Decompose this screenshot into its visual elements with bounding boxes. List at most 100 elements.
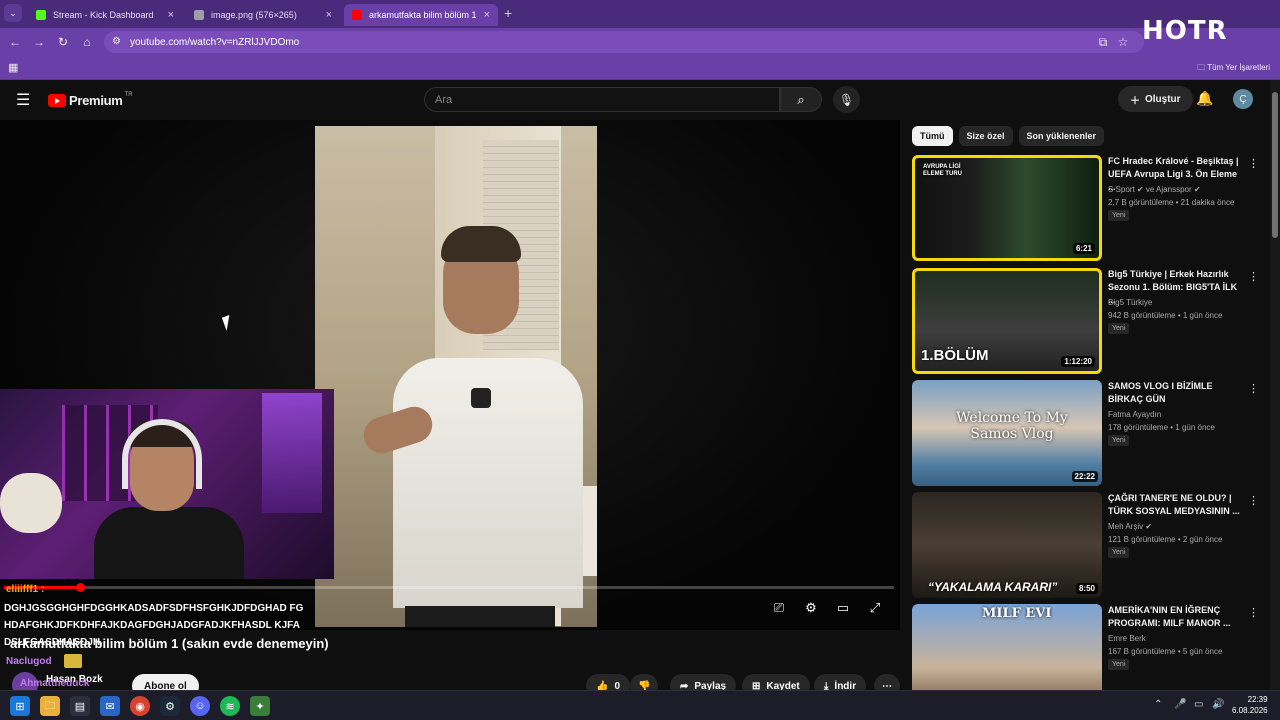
steam-icon[interactable]: ⚙	[160, 696, 180, 716]
recommendation-item[interactable]: Welcome To My Samos Vlog 22:22 SAMOS VLO…	[912, 380, 1267, 486]
scrollbar-thumb[interactable]	[1272, 92, 1278, 238]
microphone-icon[interactable]: 🎙	[833, 86, 860, 113]
chat-username: Ahmattheduck	[20, 678, 90, 689]
tray-chevron-icon[interactable]: ⌃	[1154, 699, 1162, 710]
reload-icon[interactable]: ↻	[54, 33, 72, 51]
settings-gear-icon[interactable]: ⚙	[802, 600, 820, 616]
more-options-icon[interactable]: ⋮	[1248, 157, 1259, 170]
video-duration: 22:22	[1071, 471, 1098, 482]
tab-title: image.png (576×265)	[211, 10, 297, 20]
notifications-bell-icon[interactable]: 🔔	[1196, 90, 1213, 107]
close-icon[interactable]: ×	[326, 9, 332, 21]
account-avatar[interactable]: Ç	[1233, 89, 1253, 109]
back-icon[interactable]: ←	[6, 33, 24, 51]
recommendation-item[interactable]: “YAKALAMA KARARI” 8:50 ÇAĞRI TANER'E NE …	[912, 492, 1267, 598]
recommendation-title[interactable]: ÇAĞRI TANER'E NE OLDU? | TÜRK SOSYAL MED…	[1108, 492, 1246, 518]
windows-start-icon[interactable]: ⊞	[10, 696, 30, 716]
page-scrollbar[interactable]	[1270, 80, 1280, 690]
thumbnail-text: 1.BÖLÜM	[921, 347, 989, 364]
chip-for-you[interactable]: Size özel	[958, 126, 1013, 146]
file-explorer-icon[interactable]: 🗀	[40, 696, 60, 716]
create-button[interactable]: ＋ Oluştur	[1118, 86, 1193, 112]
theater-mode-icon[interactable]: ▭	[834, 600, 852, 616]
thumbnail-text: Welcome To My Samos Vlog	[956, 410, 1068, 442]
video-scene-hair	[441, 226, 521, 262]
browser-toolbar: ← → ↻ ⌂ ⚙ youtube.com/watch?v=nZRlJJVDOm…	[0, 28, 1280, 56]
windows-taskbar: ⊞ 🗀 ▤ ✉ ◉ ⚙ ☺ ≋ ✦ ⌃ 🎤 ▭ 🔊 22:39 6.08.202…	[0, 690, 1280, 720]
site-info-icon[interactable]: ⚙	[112, 36, 121, 47]
chip-all[interactable]: Tümü	[912, 126, 953, 146]
more-options-icon[interactable]: ⋮	[1248, 606, 1259, 619]
thumbnail-text: AVRUPA LİGİ ELEME TURU	[923, 164, 962, 177]
video-scene-necklace	[471, 388, 491, 408]
clock-time: 22:39	[1247, 695, 1268, 704]
fullscreen-icon[interactable]: ⤢	[866, 600, 884, 616]
youtube-play-icon	[48, 94, 66, 107]
recommendation-channel[interactable]: Big5 Türkiye	[1108, 298, 1152, 307]
logo-text: Premium	[69, 93, 123, 108]
recommendation-meta: 178 görüntüleme • 1 gün önce	[1108, 423, 1215, 432]
tab-youtube-video[interactable]: arkamutfakta bilim bölüm 1 (sa ×	[344, 4, 498, 26]
tab-title: arkamutfakta bilim bölüm 1 (sa	[369, 10, 478, 20]
video-thumbnail[interactable]: AVRUPA LİGİ ELEME TURU 6:21	[912, 155, 1102, 261]
chrome-icon[interactable]: ◉	[130, 696, 150, 716]
spotify-icon[interactable]: ≋	[220, 696, 240, 716]
tab-image-png[interactable]: image.png (576×265) ×	[186, 4, 340, 26]
recommendation-item[interactable]: AVRUPA LİGİ ELEME TURU 6:21 FC Hradec Kr…	[912, 155, 1267, 261]
tab-kick-dashboard[interactable]: Stream - Kick Dashboard ×	[28, 4, 182, 26]
recommendation-item[interactable]: 1.BÖLÜM 1:12:20 Big5 Türkiye | Erkek Haz…	[912, 268, 1267, 374]
hamburger-menu-icon[interactable]: ☰	[16, 90, 30, 110]
system-clock[interactable]: 22:39 6.08.2026	[1232, 694, 1268, 716]
bookmark-star-icon[interactable]: ☆	[1114, 33, 1132, 51]
tray-microphone-icon[interactable]: 🎤	[1174, 699, 1186, 710]
recommendation-title[interactable]: AMERİKA'NIN EN İĞRENÇ PROGRAMI: MILF MAN…	[1108, 604, 1246, 630]
recommendation-channel[interactable]: Fatma Ayaydın	[1108, 410, 1161, 419]
close-icon[interactable]: ×	[484, 9, 490, 21]
bookmarks-bar: ▦ 🗀 Tüm Yer İşaretleri	[0, 56, 1280, 80]
microsoft-store-icon[interactable]: ▤	[70, 696, 90, 716]
video-thumbnail[interactable]: Welcome To My Samos Vlog 22:22	[912, 380, 1102, 486]
recommendation-item[interactable]: MILF EVI AMERİKA'NIN EN İĞRENÇ PROGRAMI:…	[912, 604, 1267, 690]
forward-icon[interactable]: →	[30, 33, 48, 51]
new-tab-icon[interactable]: +	[504, 5, 512, 21]
new-badge: Yeni	[1108, 547, 1130, 558]
recommendation-channel[interactable]: Meh Arşiv ✔	[1108, 522, 1152, 531]
tray-volume-icon[interactable]: 🔊	[1212, 699, 1224, 710]
more-options-icon[interactable]: ⋮	[1248, 270, 1259, 283]
tray-network-icon[interactable]: ▭	[1194, 699, 1203, 710]
game-launcher-icon[interactable]: ✦	[250, 696, 270, 716]
search-icon[interactable]: ⌕	[780, 87, 822, 112]
subtitles-icon[interactable]: ⎚	[770, 600, 788, 616]
progress-scrubber[interactable]	[75, 583, 85, 592]
recommendation-channel[interactable]: Emre Berk	[1108, 634, 1146, 643]
apps-grid-icon[interactable]: ▦	[8, 61, 18, 74]
video-progress-bar[interactable]	[4, 583, 894, 592]
tab-search-chevron-icon[interactable]: ⌄	[4, 4, 22, 22]
video-scene-pants	[405, 606, 555, 627]
video-thumbnail[interactable]: 1.BÖLÜM 1:12:20	[912, 268, 1102, 374]
webcam-streamer-body	[94, 507, 244, 579]
outlook-icon[interactable]: ✉	[100, 696, 120, 716]
close-icon[interactable]: ×	[168, 9, 174, 21]
create-label: Oluştur	[1145, 93, 1181, 105]
install-app-icon[interactable]: ⧉	[1094, 33, 1112, 51]
new-badge: Yeni	[1108, 435, 1130, 446]
tab-title: Stream - Kick Dashboard	[53, 10, 154, 20]
youtube-logo[interactable]: Premium TR	[48, 92, 133, 108]
more-options-icon[interactable]: ⋮	[1248, 494, 1259, 507]
recommendation-channel[interactable]: S Sport ✔ ve Ajansspor ✔	[1108, 185, 1201, 194]
recommendation-title[interactable]: SAMOS VLOG I BİZİMLE BİRKAÇ GÜN	[1108, 380, 1246, 406]
video-thumbnail[interactable]: MILF EVI	[912, 604, 1102, 690]
recommendation-meta: 942 B görüntüleme • 1 gün önce	[1108, 311, 1223, 320]
video-thumbnail[interactable]: “YAKALAMA KARARI” 8:50	[912, 492, 1102, 598]
address-bar[interactable]: ⚙ youtube.com/watch?v=nZRlJJVDOmo	[104, 31, 1144, 53]
new-badge: Yeni	[1108, 323, 1130, 334]
chip-recently-uploaded[interactable]: Son yüklenenler	[1018, 126, 1105, 146]
home-icon[interactable]: ⌂	[78, 33, 96, 51]
chat-username: eliiifff1 :	[6, 584, 45, 595]
more-options-icon[interactable]: ⋮	[1248, 382, 1259, 395]
search-input[interactable]: Ara	[424, 87, 780, 112]
discord-icon[interactable]: ☺	[190, 696, 210, 716]
all-bookmarks-folder[interactable]: 🗀 Tüm Yer İşaretleri	[1197, 62, 1270, 76]
video-title: arkamutfakta bilim bölüm 1 (sakın evde d…	[10, 636, 329, 651]
